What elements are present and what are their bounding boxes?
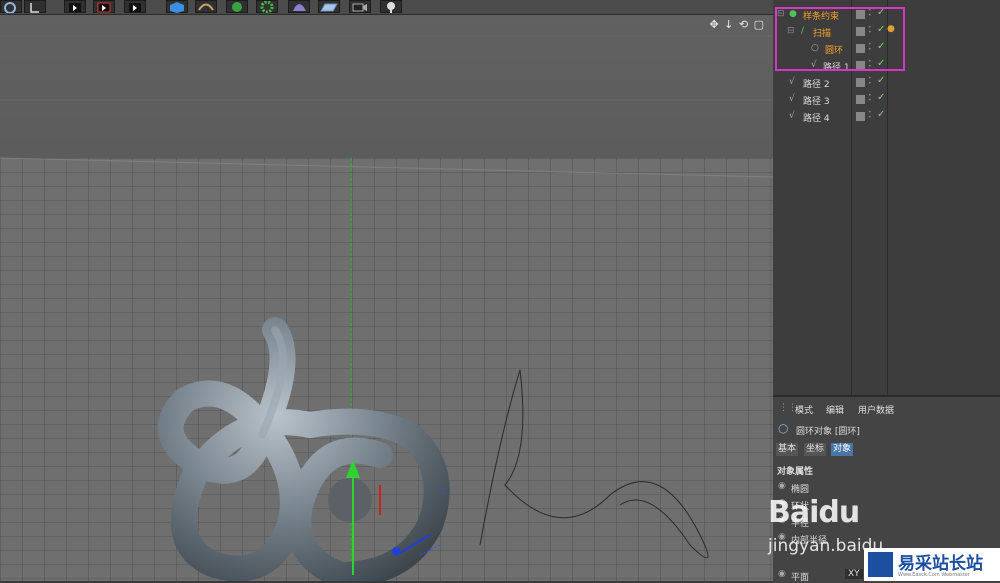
tab-coord[interactable]: 坐标 xyxy=(804,443,827,456)
arrow-down-icon[interactable]: ↓ xyxy=(724,18,734,31)
radio-icon[interactable]: ◉ xyxy=(778,569,786,579)
move-icon[interactable]: ✥ xyxy=(709,18,719,31)
render-view-icon[interactable] xyxy=(64,0,86,13)
visibility-dots[interactable]: • • xyxy=(868,93,872,104)
radio-icon[interactable]: ◉ xyxy=(778,481,786,491)
deformer-icon[interactable] xyxy=(288,0,310,13)
object-row-path-2[interactable]: √ 路径 2 • • ✓ xyxy=(773,74,1000,91)
spline-icon: √ xyxy=(789,77,795,87)
tab-basic[interactable]: 基本 xyxy=(776,443,799,456)
render-settings-icon[interactable] xyxy=(124,0,146,13)
object-title: 圆环对象 [圆环] xyxy=(796,427,860,437)
enabled-check-icon[interactable]: ✓ xyxy=(877,92,885,103)
main-toolbar xyxy=(0,0,773,15)
camera-icon[interactable] xyxy=(349,0,371,13)
cube-icon[interactable] xyxy=(166,0,188,13)
render-active-icon[interactable] xyxy=(93,0,115,13)
select-icon[interactable] xyxy=(24,0,46,13)
plane-select[interactable]: XY xyxy=(845,569,863,579)
spline-icon: √ xyxy=(789,111,795,121)
nurbs-icon[interactable] xyxy=(226,0,248,13)
circle-object-icon: ○ xyxy=(778,421,789,435)
tab-object[interactable]: 对象 xyxy=(831,443,854,456)
visibility-dots[interactable]: • • xyxy=(868,76,872,87)
enabled-check-icon[interactable]: ✓ xyxy=(877,109,885,120)
object-row-path-4[interactable]: √ 路径 4 • • ✓ xyxy=(773,108,1000,125)
site-logo-icon xyxy=(868,552,893,577)
enabled-check-icon[interactable]: ✓ xyxy=(877,75,885,86)
menu-mode[interactable]: 模式 xyxy=(795,403,813,416)
spline-icon: √ xyxy=(789,94,795,104)
baidu-watermark: Baidu xyxy=(768,495,860,530)
visibility-dots[interactable]: • • xyxy=(868,110,872,121)
section-title: 对象属性 xyxy=(777,467,814,477)
menu-edit[interactable]: 编辑 xyxy=(826,403,844,416)
object-name[interactable]: 路径 2 xyxy=(803,77,830,90)
3d-viewport[interactable]: ✥ ↓ ⟲ ▢ xyxy=(0,15,773,581)
maximize-icon[interactable]: ▢ xyxy=(754,18,765,31)
viewport-nav-icons[interactable]: ✥ ↓ ⟲ ▢ xyxy=(709,18,765,31)
visibility-box[interactable] xyxy=(856,95,865,104)
pen-icon[interactable] xyxy=(195,0,217,13)
object-name[interactable]: 路径 3 xyxy=(803,94,830,107)
object-name[interactable]: 路径 4 xyxy=(803,111,830,124)
selection-highlight xyxy=(775,7,905,71)
site-name: 易采站长站 xyxy=(898,554,983,574)
viewport-scene xyxy=(0,15,773,581)
undo-icon[interactable] xyxy=(0,0,22,13)
visibility-box[interactable] xyxy=(856,78,865,87)
site-badge: 易采站长站 Www.Easck.Com Webmaster xyxy=(864,548,1000,581)
floor-grid xyxy=(0,158,773,581)
object-row-path-3[interactable]: √ 路径 3 • • ✓ xyxy=(773,91,1000,108)
field-plane: 平面 xyxy=(791,573,810,583)
floor-icon[interactable] xyxy=(318,0,340,13)
site-url: Www.Easck.Com Webmaster xyxy=(898,572,970,578)
light-icon[interactable] xyxy=(380,0,402,13)
visibility-box[interactable] xyxy=(856,112,865,121)
rotate-icon[interactable]: ⟲ xyxy=(739,18,749,31)
field-ellipse: 椭圆 xyxy=(791,485,810,495)
array-icon[interactable] xyxy=(256,0,278,13)
menu-user-data[interactable]: 用户数据 xyxy=(858,403,894,416)
